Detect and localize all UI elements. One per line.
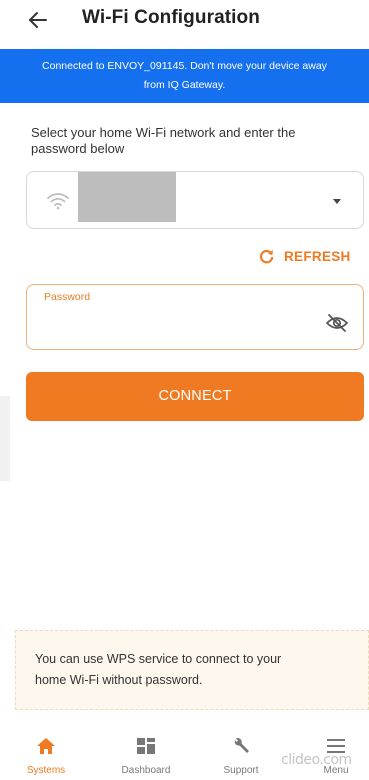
home-icon: [37, 738, 55, 754]
wps-notice: You can use WPS service to connect to yo…: [15, 630, 369, 710]
eye-off-icon[interactable]: [325, 313, 349, 333]
edge-shade: [0, 396, 10, 481]
nav-item-support[interactable]: Support: [201, 730, 281, 780]
wrench-icon: [234, 738, 249, 753]
wifi-configuration-screen: Wi-Fi Configuration Connected to ENVOY_0…: [0, 0, 369, 780]
password-label: Password: [44, 291, 91, 303]
instruction-text: Select your home Wi-Fi network and enter…: [31, 125, 296, 156]
nav-label-support: Support: [223, 765, 259, 776]
banner-line-2: from IQ Gateway.: [143, 79, 226, 91]
password-input[interactable]: [43, 311, 317, 341]
page-title: Wi-Fi Configuration: [82, 7, 260, 28]
password-field[interactable]: Password: [26, 284, 364, 350]
wifi-icon: [47, 193, 69, 210]
nav-label-systems: Systems: [26, 765, 66, 776]
nav-label-dashboard: Dashboard: [121, 765, 171, 776]
banner-line-1: Connected to ENVOY_091145. Don't move yo…: [42, 60, 327, 72]
caret-down-icon: [333, 199, 341, 204]
nav-item-systems[interactable]: Systems: [6, 730, 86, 780]
app-header: Wi-Fi Configuration: [0, 0, 369, 46]
wps-notice-line-2: home Wi-Fi without password.: [35, 673, 203, 687]
network-select[interactable]: [26, 171, 364, 229]
dashboard-icon: [137, 738, 155, 754]
arrow-left-icon[interactable]: [26, 8, 50, 32]
network-name-value: [78, 172, 176, 222]
refresh-icon: [259, 249, 274, 263]
connect-button[interactable]: CONNECT: [26, 372, 364, 421]
wps-notice-line-1: You can use WPS service to connect to yo…: [35, 652, 282, 666]
watermark: clideo.com: [281, 752, 352, 768]
refresh-button[interactable]: REFRESH: [258, 246, 351, 266]
connection-banner: Connected to ENVOY_091145. Don't move yo…: [0, 49, 369, 103]
nav-item-dashboard[interactable]: Dashboard: [106, 730, 186, 780]
refresh-label: REFRESH: [284, 248, 351, 264]
